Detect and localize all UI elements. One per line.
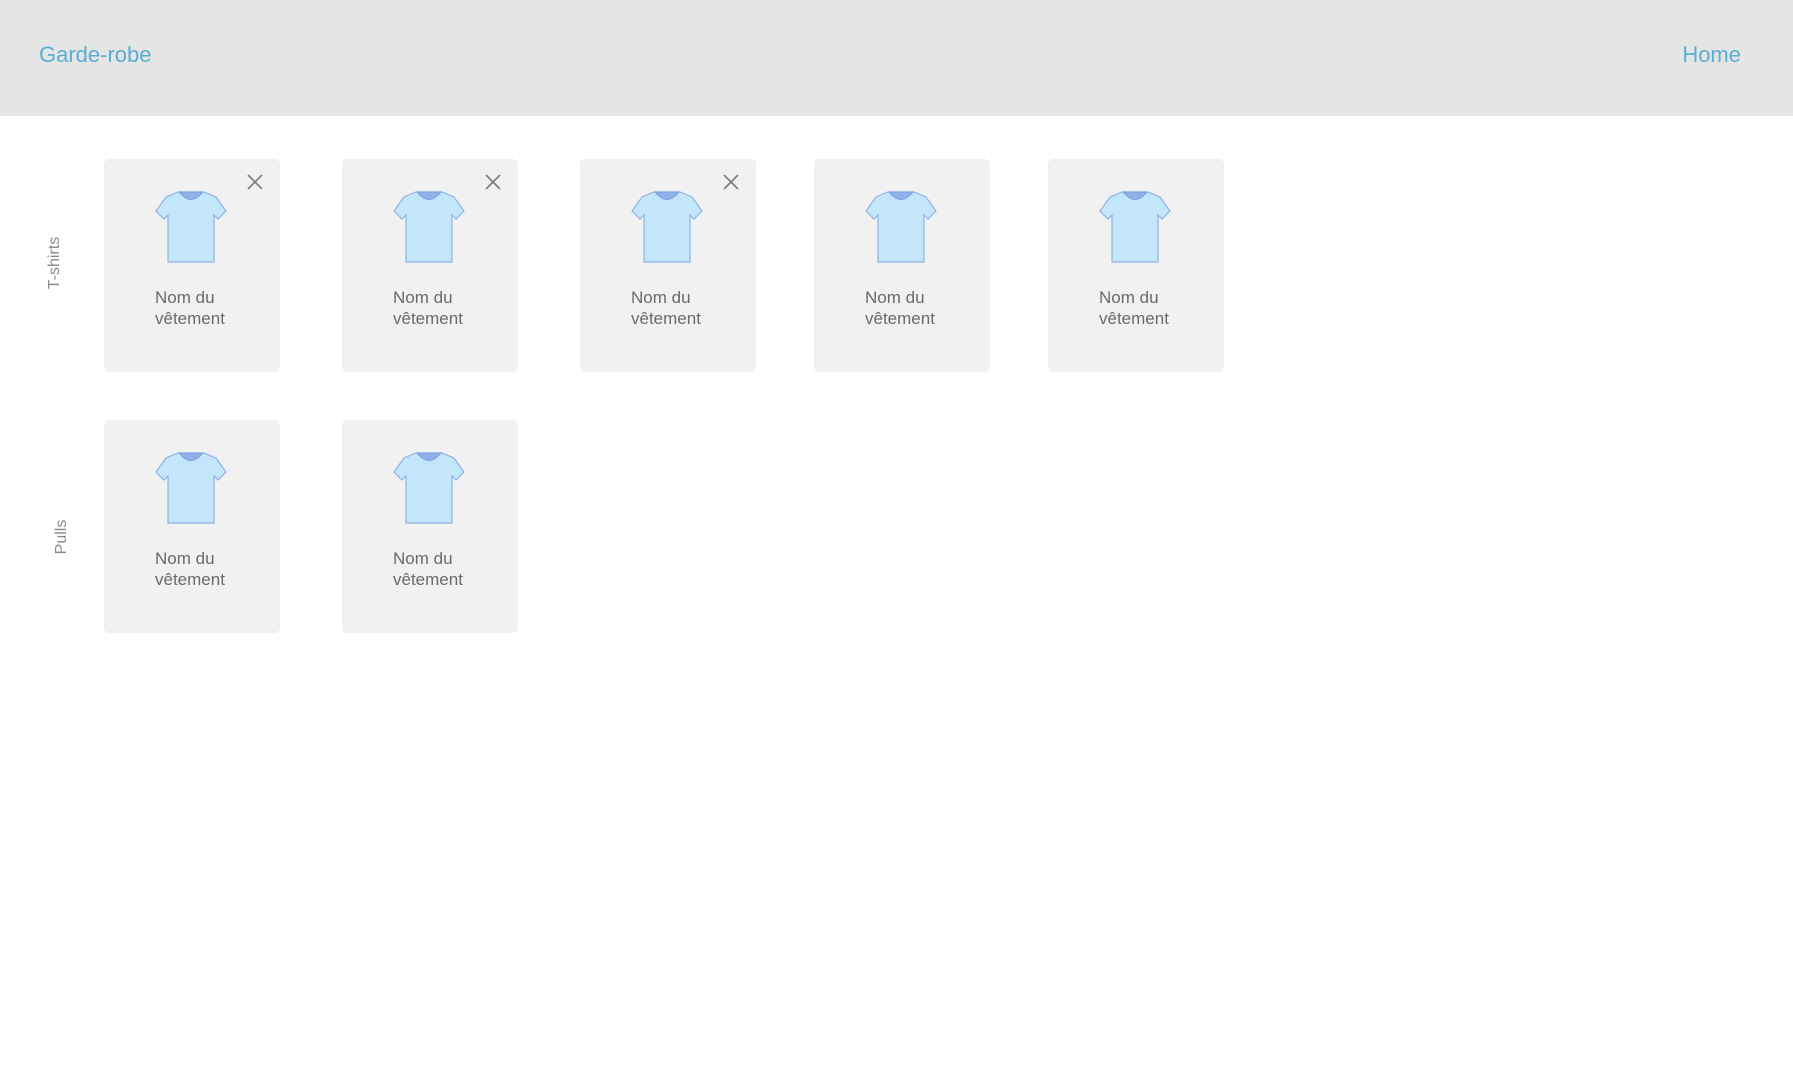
row-label-tshirts: T-shirts (46, 236, 63, 290)
row-label-pulls: Pulls (53, 519, 70, 555)
home-link[interactable]: Home (1682, 42, 1741, 68)
clothing-name: Nom du vêtement (155, 549, 225, 589)
clothing-card[interactable]: Nom du vêtement (580, 159, 756, 372)
tshirt-icon (631, 191, 703, 263)
clothing-name: Nom du vêtement (393, 549, 463, 589)
clothing-card[interactable]: Nom du vêtement (342, 420, 518, 633)
clothing-card[interactable]: Nom du vêtement (342, 159, 518, 372)
clothing-card[interactable]: Nom du vêtement (104, 420, 280, 633)
clothing-name: Nom du vêtement (865, 288, 935, 328)
clothing-card[interactable]: Nom du vêtement (104, 159, 280, 372)
clothing-name: Nom du vêtement (1099, 288, 1169, 328)
close-icon[interactable] (246, 173, 264, 191)
clothing-name: Nom du vêtement (631, 288, 701, 328)
tshirt-icon (393, 191, 465, 263)
close-icon[interactable] (722, 173, 740, 191)
clothing-card[interactable]: Nom du vêtement (814, 159, 990, 372)
tshirt-icon (155, 191, 227, 263)
tshirt-icon (865, 191, 937, 263)
clothing-name: Nom du vêtement (155, 288, 225, 328)
tshirt-icon (155, 452, 227, 524)
brand-link[interactable]: Garde-robe (39, 42, 152, 68)
close-icon[interactable] (484, 173, 502, 191)
clothing-name: Nom du vêtement (393, 288, 463, 328)
top-bar: Garde-robe Home (0, 0, 1793, 116)
tshirt-icon (393, 452, 465, 524)
tshirt-icon (1099, 191, 1171, 263)
clothing-card[interactable]: Nom du vêtement (1048, 159, 1224, 372)
